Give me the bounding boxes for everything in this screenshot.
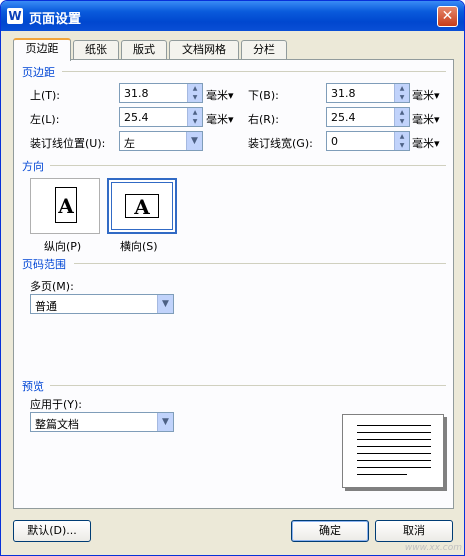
tab-panel: 页边距 上(T): 31.8 ▲ ▼ 毫米▾ 下(B): 31.8 ▲ ▼ 毫米▾ … [13,59,454,509]
gutter-position-select[interactable]: 左 ▼ [119,131,203,151]
top-margin-label: 上(T): [30,89,61,102]
preview-text-line [357,453,431,454]
section-divider [50,165,446,166]
dropdown-arrow-icon[interactable]: ▼ [157,413,173,431]
preview-text-line [357,439,431,440]
portrait-button[interactable]: A [30,178,100,234]
bottom-margin-spinner[interactable]: 31.8 ▲ ▼ [326,83,410,103]
portrait-page-icon: A [55,187,77,223]
gutter-position-value: 左 [124,137,135,150]
page-setup-dialog: W 页面设置 ✕ 页边距 纸张 版式 文档网格 分栏 页边距 上(T): 31.… [0,0,465,556]
tab-paper[interactable]: 纸张 [73,40,119,60]
landscape-label[interactable]: 横向(S) [120,238,158,254]
right-margin-unit[interactable]: 毫米▾ [412,111,440,127]
ok-button[interactable]: 确定 [291,520,369,542]
preview-text-line [357,446,431,447]
app-icon: W [7,8,23,24]
section-divider [62,71,446,72]
right-margin-label: 右(R): [248,113,279,126]
landscape-button[interactable]: A [107,178,177,234]
right-margin-value[interactable]: 25.4 [331,111,356,124]
spin-arrows-icon[interactable]: ▲ ▼ [187,84,202,102]
dropdown-arrow-icon[interactable]: ▼ [157,295,173,313]
gutter-width-label: 装订线宽(G): [248,137,313,150]
preview-text-line [357,432,431,433]
tab-layout[interactable]: 版式 [121,40,167,60]
page-range-heading: 页码范围 [22,258,66,271]
gutter-width-unit[interactable]: 毫米▾ [412,135,440,151]
tab-margins[interactable]: 页边距 [13,38,71,61]
top-margin-value[interactable]: 31.8 [124,87,149,100]
multiple-pages-label: 多页(M): [30,280,74,293]
left-margin-value[interactable]: 25.4 [124,111,149,124]
gutter-width-spinner[interactable]: 0 ▲ ▼ [326,131,410,151]
spin-arrows-icon[interactable]: ▲ ▼ [394,84,409,102]
left-margin-unit[interactable]: 毫米▾ [206,111,234,127]
cancel-button[interactable]: 取消 [375,520,453,542]
bottom-margin-label: 下(B): [248,89,279,102]
apply-to-select[interactable]: 整篇文档 ▼ [30,412,174,432]
preview-heading: 预览 [22,380,44,393]
default-button[interactable]: 默认(D)... [13,520,91,542]
portrait-label[interactable]: 纵向(P) [44,238,81,254]
landscape-page-icon: A [125,194,159,219]
section-divider [74,263,446,264]
preview-text-line [357,467,431,468]
gutter-position-label: 装订线位置(U): [30,137,106,150]
spin-arrows-icon[interactable]: ▲ ▼ [187,108,202,126]
left-margin-label: 左(L): [30,113,60,126]
preview-text-line [357,474,407,475]
left-margin-spinner[interactable]: 25.4 ▲ ▼ [119,107,203,127]
title-bar[interactable]: W 页面设置 ✕ [1,1,464,31]
bottom-margin-value[interactable]: 31.8 [331,87,356,100]
spin-arrows-icon[interactable]: ▲ ▼ [394,132,409,150]
page-preview [342,414,444,488]
preview-text-line [357,425,431,426]
multiple-pages-select[interactable]: 普通 ▼ [30,294,174,314]
dialog-title: 页面设置 [29,12,82,27]
apply-to-label: 应用于(Y): [30,398,83,411]
multiple-pages-value: 普通 [35,300,57,313]
watermark: www.xx.com [404,543,462,553]
section-divider [50,385,446,386]
right-margin-spinner[interactable]: 25.4 ▲ ▼ [326,107,410,127]
apply-to-value: 整篇文档 [35,418,79,431]
tab-columns[interactable]: 分栏 [241,40,287,60]
gutter-width-value[interactable]: 0 [331,135,338,148]
bottom-margin-unit[interactable]: 毫米▾ [412,87,440,103]
spin-arrows-icon[interactable]: ▲ ▼ [394,108,409,126]
tab-document-grid[interactable]: 文档网格 [169,40,239,60]
top-margin-unit[interactable]: 毫米▾ [206,87,234,103]
margins-heading: 页边距 [22,66,55,79]
orientation-heading: 方向 [22,160,44,173]
dropdown-arrow-icon[interactable]: ▼ [186,132,202,150]
close-icon[interactable]: ✕ [437,6,458,27]
top-margin-spinner[interactable]: 31.8 ▲ ▼ [119,83,203,103]
preview-text-line [357,460,431,461]
